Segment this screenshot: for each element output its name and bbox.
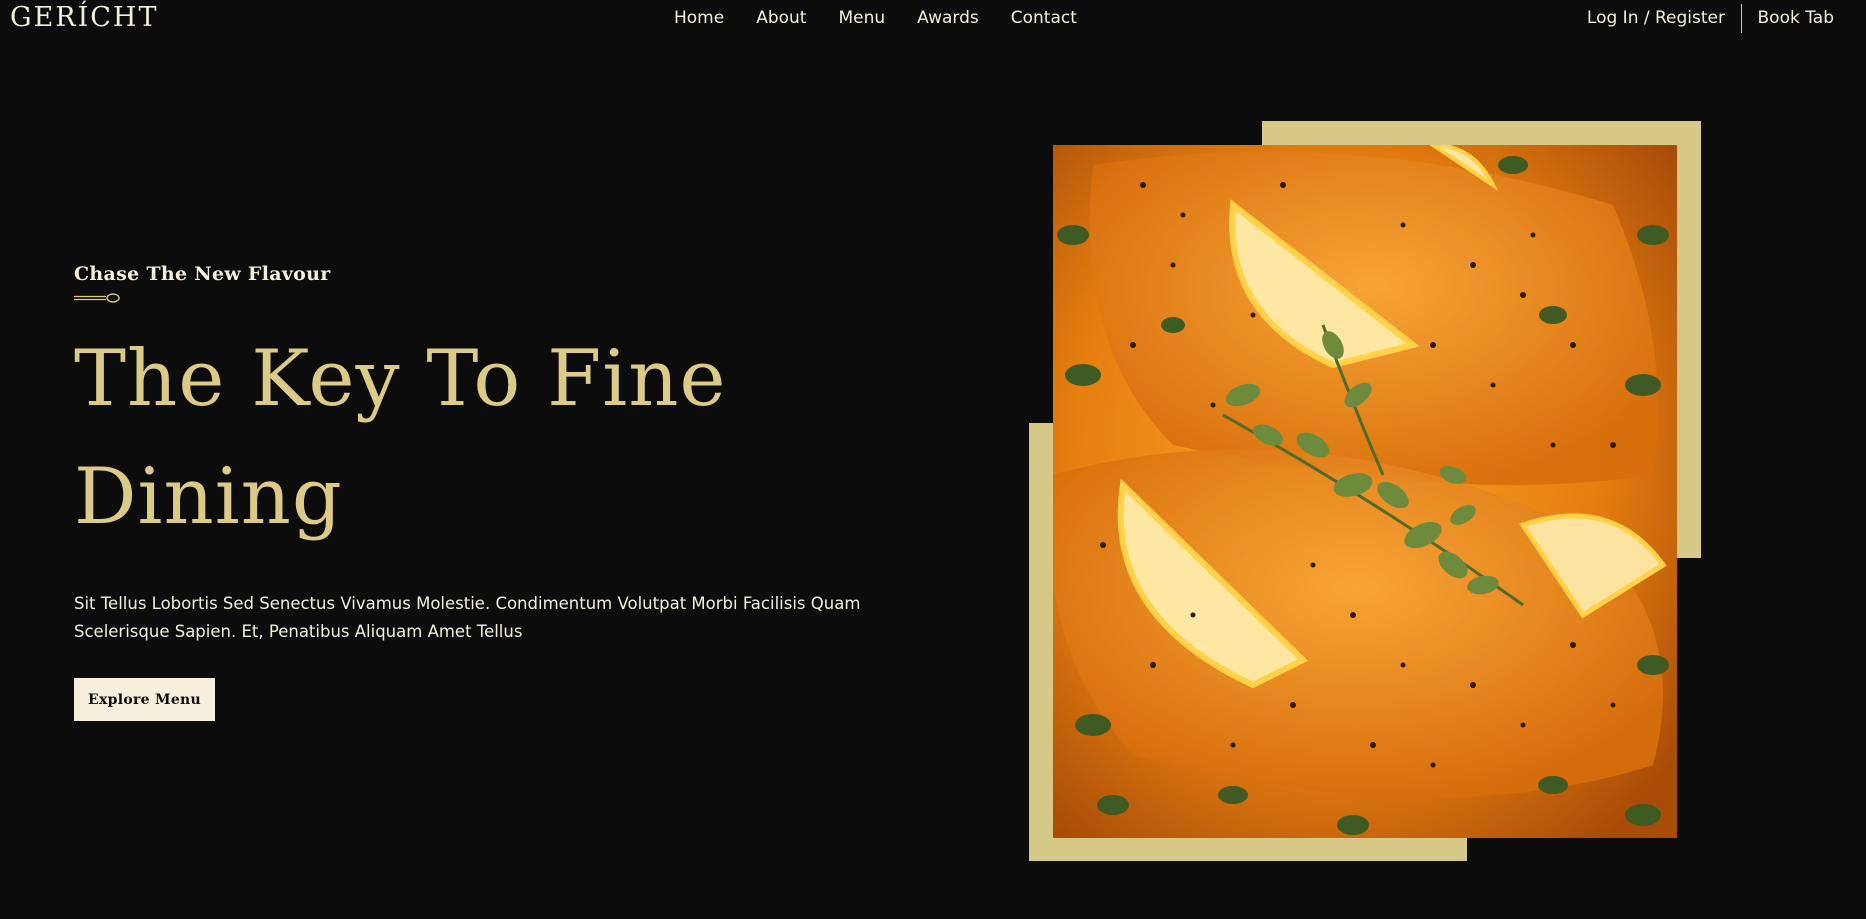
login-register-link[interactable]: Log In / Register <box>1587 8 1725 28</box>
nav-link-about[interactable]: About <box>756 8 806 28</box>
book-table-link[interactable]: Book Tab <box>1758 8 1835 28</box>
hero-headline-line2: Dining <box>74 452 343 542</box>
nav-link-contact[interactable]: Contact <box>1011 8 1077 28</box>
hero-headline: The Key To Fine Dining <box>74 320 774 556</box>
nav-divider <box>1741 4 1742 33</box>
nav-link-awards[interactable]: Awards <box>917 8 979 28</box>
hero-headline-line1: The Key To Fine <box>74 334 727 424</box>
hero-subtitle: Chase The New Flavour <box>74 263 331 285</box>
spoon-icon <box>74 293 120 303</box>
hero-description: Sit Tellus Lobortis Sed Senectus Vivamus… <box>74 594 861 641</box>
nav-links: Home About Menu Awards Contact <box>674 8 1077 28</box>
nav-link-menu[interactable]: Menu <box>838 8 885 28</box>
nav-link-home[interactable]: Home <box>674 8 724 28</box>
explore-menu-button[interactable]: Explore Menu <box>74 678 215 721</box>
navbar: GERÍCHT Home About Menu Awards Contact L… <box>0 0 1866 40</box>
hero-food-image <box>1053 145 1677 838</box>
logo[interactable]: GERÍCHT <box>10 2 159 33</box>
